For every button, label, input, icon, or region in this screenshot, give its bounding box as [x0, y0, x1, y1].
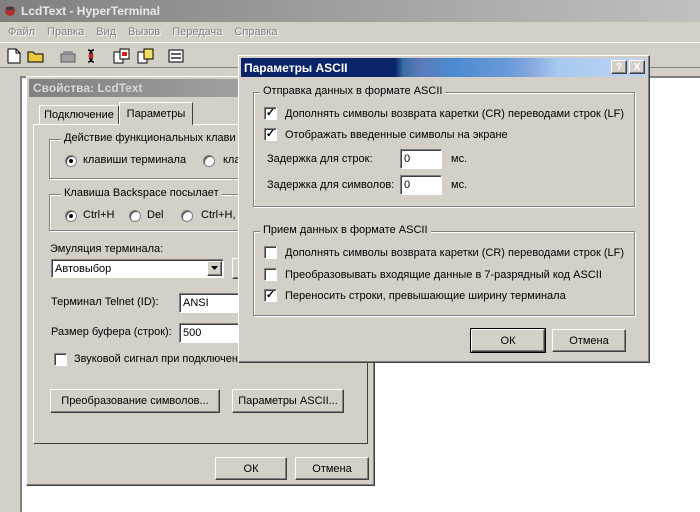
menu-view[interactable]: Вид [96, 26, 116, 38]
ascii-titlebar: Параметры ASCII ? X [241, 58, 647, 77]
menu-transfer[interactable]: Передача [172, 26, 222, 38]
line-delay-label: Задержка для строк: [267, 153, 373, 165]
buffer-label: Размер буфера (строк): [51, 326, 172, 338]
close-icon: X [633, 61, 641, 73]
line-delay-unit: мс. [451, 153, 468, 165]
ascii-params-button[interactable]: Параметры ASCII... [232, 389, 344, 413]
emulation-select[interactable]: Автовыбор [51, 259, 224, 278]
wrap-lines-checkbox[interactable]: ✓ [264, 289, 277, 302]
help-button[interactable]: ? [611, 60, 627, 74]
props-cancel-button[interactable]: Отмена [295, 457, 369, 480]
char-delay-unit: мс. [451, 179, 468, 191]
char-conversion-button[interactable]: Преобразование символов... [50, 389, 220, 413]
menu-edit[interactable]: Правка [47, 26, 84, 38]
menubar: Файл Правка Вид Вызов Передача Справка [0, 22, 700, 42]
app-icon [3, 4, 17, 18]
buffer-input[interactable]: 500 [179, 323, 244, 343]
phone-icon[interactable] [58, 46, 78, 66]
radio-ctrl-h-label: Ctrl+H [83, 209, 115, 221]
ascii-ok-button[interactable]: ОК [470, 328, 546, 353]
force-7bit-label: Преобразовывать входящие данные в 7-разр… [285, 269, 602, 281]
open-folder-icon[interactable] [26, 46, 46, 66]
receive-append-lf-checkbox[interactable] [264, 246, 277, 259]
radio-ctrl-h[interactable] [65, 210, 77, 222]
echo-label: Отображать введенные символы на экране [285, 129, 508, 141]
help-icon: ? [615, 61, 623, 73]
receive-icon[interactable] [136, 46, 156, 66]
menu-help[interactable]: Справка [234, 26, 277, 38]
tab-settings[interactable]: Параметры [119, 102, 193, 125]
radio-ctrl-h-space[interactable] [181, 210, 193, 222]
function-keys-title: Действие функциональных клави [61, 132, 239, 144]
chevron-down-icon[interactable] [207, 261, 222, 276]
sound-checkbox[interactable] [54, 353, 67, 366]
menu-file[interactable]: Файл [8, 26, 35, 38]
sound-label: Звуковой сигнал при подключени [74, 353, 245, 365]
close-button[interactable]: X [629, 60, 645, 74]
emulation-label: Эмуляция терминала: [50, 243, 164, 255]
line-delay-input[interactable]: 0 [400, 149, 442, 169]
char-delay-input[interactable]: 0 [400, 175, 442, 195]
disconnect-icon[interactable] [82, 46, 102, 66]
ascii-dialog: Параметры ASCII ? X Отправка данных в фо… [238, 55, 650, 363]
main-titlebar: LcdText - HyperTerminal [0, 0, 700, 22]
ascii-cancel-button[interactable]: Отмена [552, 329, 626, 352]
ascii-dialog-title: Параметры ASCII [244, 60, 348, 75]
tab-connection[interactable]: Подключение [39, 105, 119, 124]
telnet-label: Терминал Telnet (ID): [51, 296, 159, 308]
force-7bit-checkbox[interactable] [264, 268, 277, 281]
emulation-value: Автовыбор [55, 262, 112, 275]
send-append-lf-checkbox[interactable]: ✓ [264, 107, 277, 120]
wrap-lines-label: Переносить строки, превышающие ширину те… [285, 290, 566, 302]
send-icon[interactable] [112, 46, 132, 66]
main-window-title: LcdText - HyperTerminal [21, 4, 160, 18]
radio-terminal-keys-label: клавиши терминала [83, 154, 187, 166]
send-group-title: Отправка данных в формате ASCII [260, 85, 446, 97]
receive-append-lf-label: Дополнять символы возврата каретки (CR) … [285, 247, 625, 259]
menu-call[interactable]: Вызов [128, 26, 160, 38]
receive-group-title: Прием данных в формате ASCII [260, 224, 431, 236]
char-delay-label: Задержка для символов: [267, 179, 395, 191]
telnet-input[interactable]: ANSI [179, 293, 244, 313]
send-append-lf-label: Дополнять символы возврата каретки (CR) … [285, 108, 625, 120]
radio-del-label: Del [147, 209, 164, 221]
radio-del[interactable] [129, 210, 141, 222]
echo-checkbox[interactable]: ✓ [264, 128, 277, 141]
props-ok-button[interactable]: ОК [215, 457, 287, 480]
backspace-title: Клавиша Backspace посылает [61, 187, 222, 199]
radio-windows-keys[interactable] [203, 155, 215, 167]
radio-terminal-keys[interactable] [65, 155, 77, 167]
properties-icon[interactable] [166, 46, 186, 66]
new-file-icon[interactable] [4, 46, 24, 66]
